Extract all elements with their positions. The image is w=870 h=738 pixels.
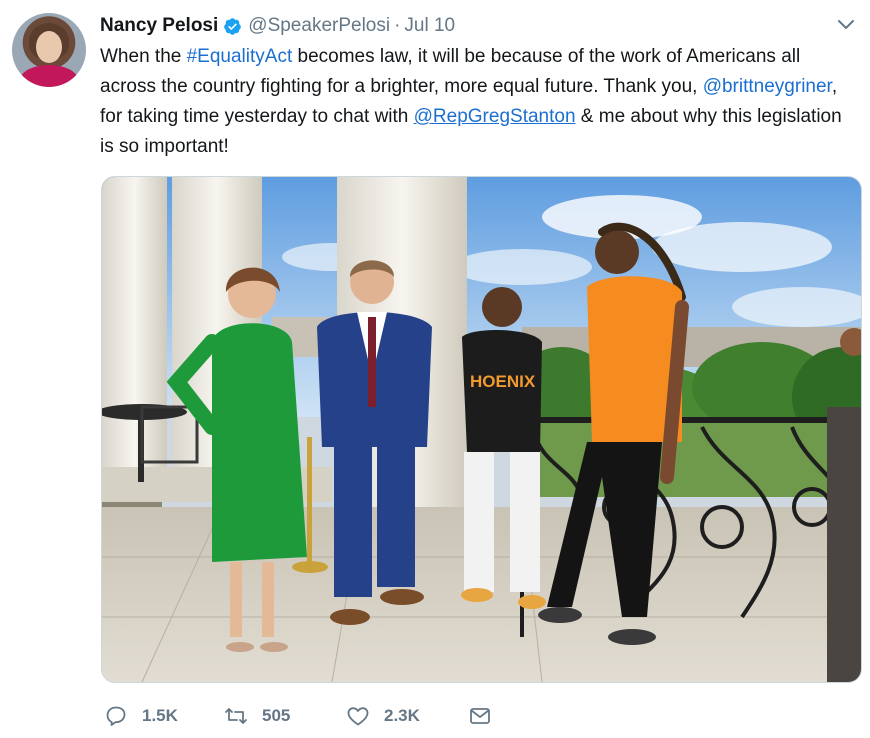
photo-scene: HOENIX bbox=[102, 177, 861, 682]
hashtag-link[interactable]: #EqualityAct bbox=[187, 46, 293, 67]
envelope-icon bbox=[470, 708, 490, 724]
tweet-text-part: When the bbox=[100, 46, 187, 67]
direct-message-button[interactable] bbox=[468, 704, 492, 728]
heart-icon bbox=[347, 707, 369, 726]
reply-icon bbox=[106, 706, 126, 726]
avatar-face bbox=[36, 31, 62, 63]
mention-link[interactable]: @brittneygriner bbox=[703, 76, 832, 97]
like-button[interactable]: 2.3K bbox=[346, 704, 468, 728]
avatar-body bbox=[20, 65, 78, 87]
verified-badge-icon bbox=[224, 17, 242, 35]
mention-link[interactable]: @RepGregStanton bbox=[414, 106, 576, 127]
author-handle[interactable]: @SpeakerPelosi bbox=[248, 15, 390, 37]
retweet-count: 505 bbox=[262, 706, 291, 725]
reply-count: 1.5K bbox=[142, 706, 178, 725]
author-name[interactable]: Nancy Pelosi bbox=[100, 15, 218, 37]
tweet-header: Nancy Pelosi @SpeakerPelosi · Jul 10 bbox=[100, 12, 850, 40]
tweet-date[interactable]: Jul 10 bbox=[404, 15, 455, 37]
avatar[interactable] bbox=[12, 13, 86, 87]
tweet-text: When the #EqualityAct becomes law, it wi… bbox=[100, 42, 848, 162]
chevron-down-icon[interactable] bbox=[836, 14, 856, 34]
separator-dot: · bbox=[394, 15, 401, 36]
jersey-text: HOENIX bbox=[470, 372, 536, 391]
retweet-button[interactable]: 505 bbox=[224, 704, 346, 728]
retweet-icon bbox=[225, 708, 247, 724]
tweet-actions: 1.5K 505 2.3K bbox=[104, 704, 492, 728]
like-count: 2.3K bbox=[384, 706, 420, 725]
reply-button[interactable]: 1.5K bbox=[104, 704, 224, 728]
tweet-photo[interactable]: HOENIX bbox=[101, 176, 862, 683]
